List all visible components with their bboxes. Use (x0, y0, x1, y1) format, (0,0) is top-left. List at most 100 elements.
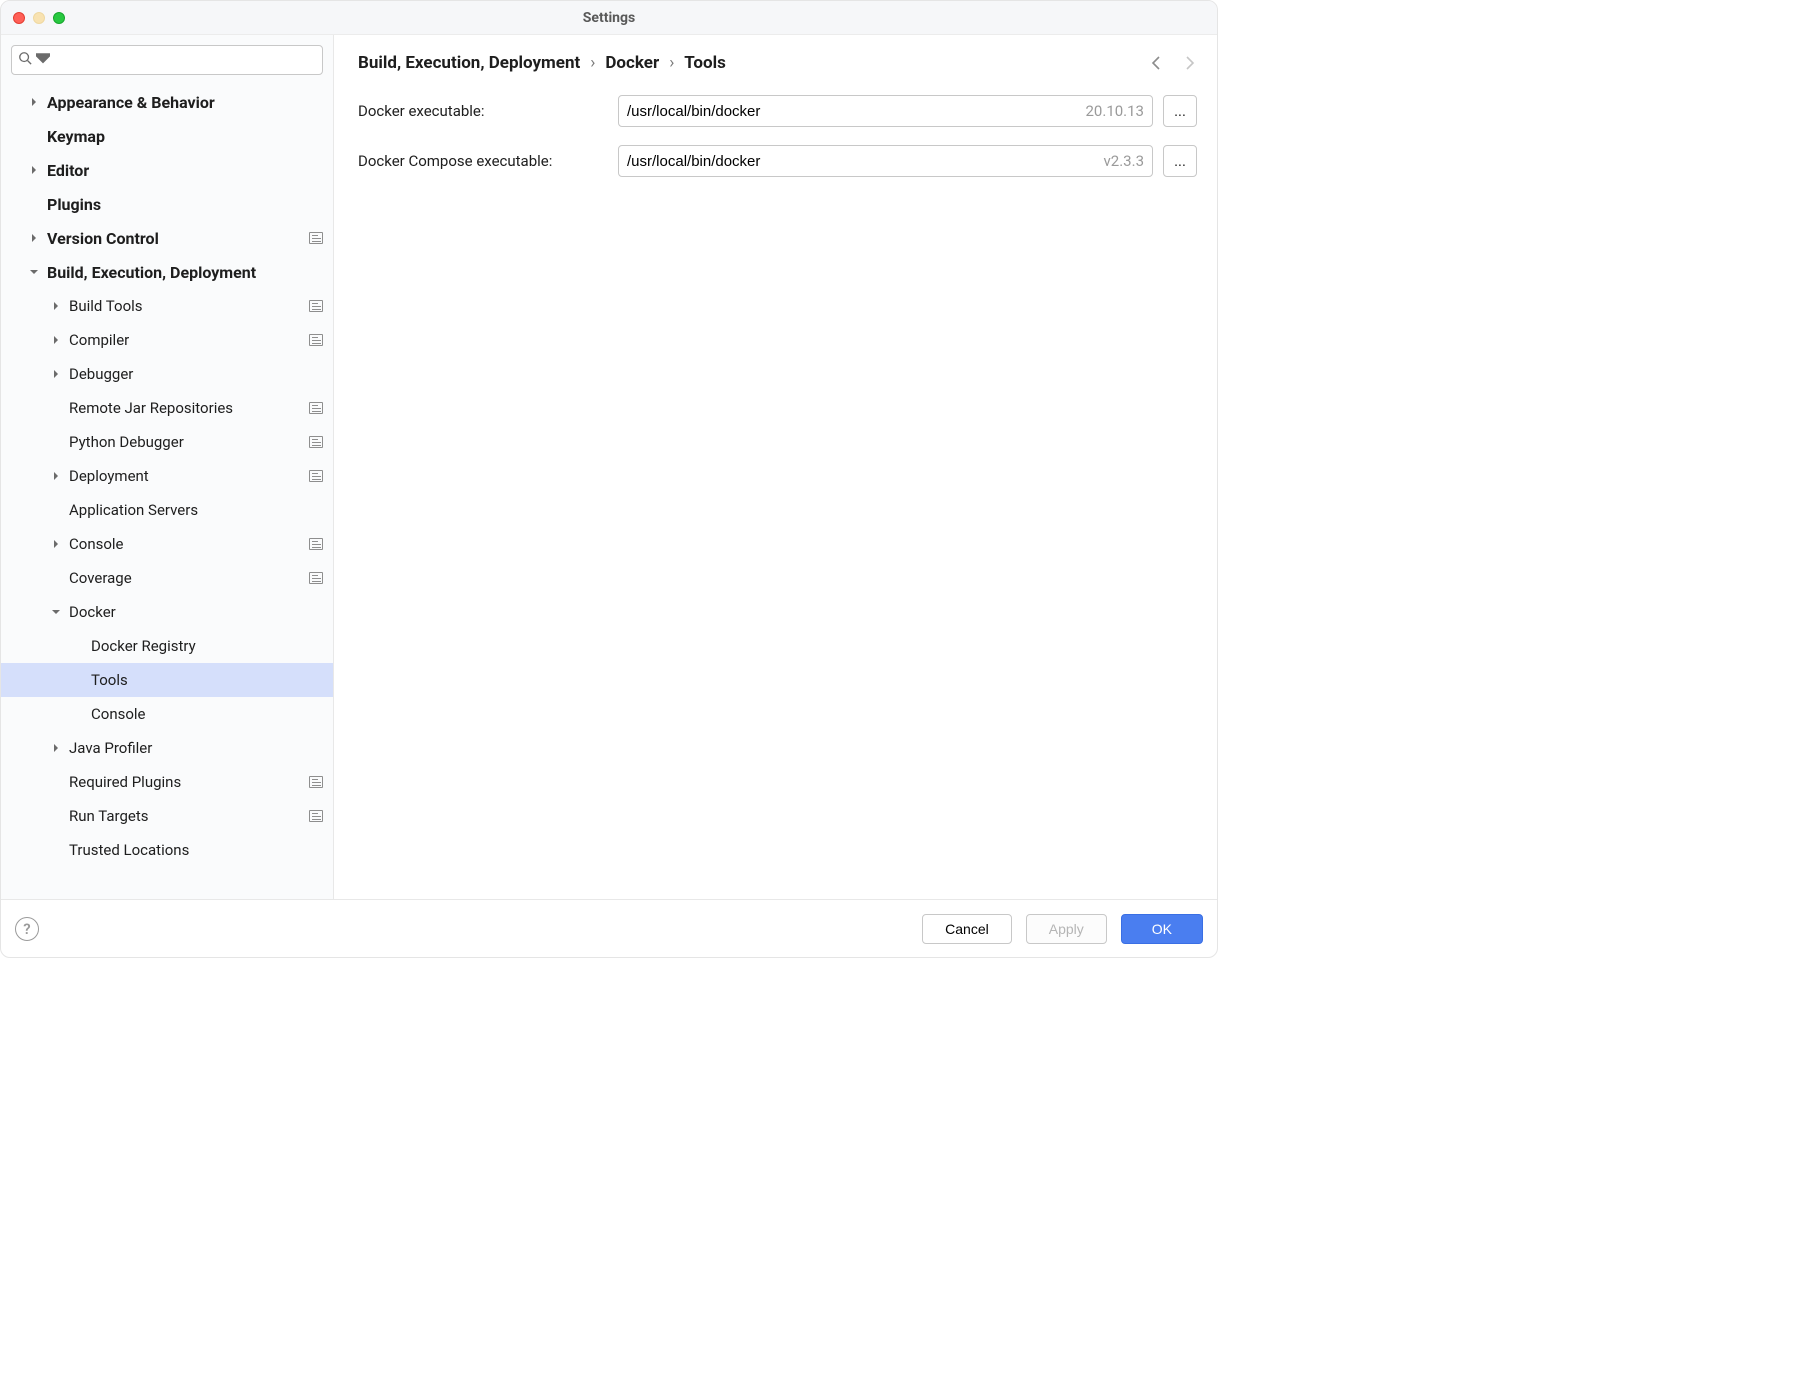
tree-item-label: Docker Registry (91, 637, 323, 655)
tree-item-docker-tools[interactable]: Tools (1, 663, 333, 697)
settings-main: Build, Execution, Deployment › Docker › … (334, 35, 1217, 899)
docker-executable-row: Docker executable: 20.10.13 ... (358, 95, 1197, 127)
tree-item-docker-console[interactable]: Console (1, 697, 333, 731)
project-scope-icon (309, 776, 323, 788)
tree-item-compiler[interactable]: Compiler (1, 323, 333, 357)
tree-item-appservers[interactable]: Application Servers (1, 493, 333, 527)
project-scope-icon (309, 572, 323, 584)
ellipsis-icon: ... (1174, 102, 1186, 120)
docker-executable-browse-button[interactable]: ... (1163, 95, 1197, 127)
chevron-right-icon[interactable] (49, 469, 63, 483)
chevron-right-icon[interactable] (27, 231, 41, 245)
tree-item-label: Trusted Locations (69, 841, 323, 859)
breadcrumb-item[interactable]: Build, Execution, Deployment (358, 53, 580, 73)
compose-executable-browse-button[interactable]: ... (1163, 145, 1197, 177)
tree-item-run-targets[interactable]: Run Targets (1, 799, 333, 833)
tree-item-label: Required Plugins (69, 773, 305, 791)
tree-item-label: Build, Execution, Deployment (47, 263, 323, 282)
settings-sidebar: Appearance & Behavior Keymap Editor Plugins… (1, 35, 334, 899)
chevron-right-icon[interactable] (49, 333, 63, 347)
tree-item-label: Java Profiler (69, 739, 323, 757)
tree-item-deployment[interactable]: Deployment (1, 459, 333, 493)
cancel-button[interactable]: Cancel (922, 914, 1012, 944)
tree-item-label: Keymap (47, 127, 323, 146)
tree-item-label: Debugger (69, 365, 323, 383)
tree-item-pydbg[interactable]: Python Debugger (1, 425, 333, 459)
tree-item-label: Compiler (69, 331, 305, 349)
compose-executable-version: v2.3.3 (1104, 152, 1144, 170)
tree-item-trusted-loc[interactable]: Trusted Locations (1, 833, 333, 867)
ellipsis-icon: ... (1174, 152, 1186, 170)
tree-item-console[interactable]: Console (1, 527, 333, 561)
tree-item-keymap[interactable]: Keymap (1, 119, 333, 153)
chevron-right-icon[interactable] (49, 741, 63, 755)
titlebar: Settings (1, 1, 1217, 35)
help-icon: ? (23, 920, 30, 938)
project-scope-icon (309, 538, 323, 550)
apply-button: Apply (1026, 914, 1107, 944)
docker-executable-version: 20.10.13 (1086, 102, 1145, 120)
tree-item-appearance[interactable]: Appearance & Behavior (1, 85, 333, 119)
chevron-down-icon[interactable] (27, 265, 41, 279)
tree-item-req-plugins[interactable]: Required Plugins (1, 765, 333, 799)
back-button[interactable] (1149, 55, 1165, 71)
tree-item-coverage[interactable]: Coverage (1, 561, 333, 595)
search-icon (18, 51, 32, 69)
settings-search[interactable] (11, 45, 323, 75)
dropdown-icon (36, 51, 50, 69)
breadcrumb: Build, Execution, Deployment › Docker › … (358, 53, 726, 73)
project-scope-icon (309, 232, 323, 244)
project-scope-icon (309, 436, 323, 448)
chevron-right-icon[interactable] (27, 95, 41, 109)
tree-item-label: Run Targets (69, 807, 305, 825)
breadcrumb-item[interactable]: Docker (605, 53, 659, 73)
chevron-right-icon[interactable] (49, 537, 63, 551)
compose-executable-row: Docker Compose executable: v2.3.3 ... (358, 145, 1197, 177)
tree-item-label: Version Control (47, 229, 305, 248)
tree-item-remote-jar[interactable]: Remote Jar Repositories (1, 391, 333, 425)
history-nav (1149, 55, 1197, 71)
project-scope-icon (309, 402, 323, 414)
chevron-down-icon[interactable] (49, 605, 63, 619)
tree-item-label: Remote Jar Repositories (69, 399, 305, 417)
settings-window: Settings Appearance & Behavior Keymap Edit… (0, 0, 1218, 958)
help-button[interactable]: ? (15, 917, 39, 941)
compose-executable-label: Docker Compose executable: (358, 152, 608, 170)
docker-executable-field[interactable]: 20.10.13 (618, 95, 1153, 127)
tree-item-build-tools[interactable]: Build Tools (1, 289, 333, 323)
tree-item-plugins[interactable]: Plugins (1, 187, 333, 221)
tree-item-label: Appearance & Behavior (47, 93, 323, 112)
breadcrumb-item: Tools (684, 53, 726, 73)
tree-item-debugger[interactable]: Debugger (1, 357, 333, 391)
project-scope-icon (309, 334, 323, 346)
tree-item-label: Tools (91, 671, 323, 689)
tree-item-docker-reg[interactable]: Docker Registry (1, 629, 333, 663)
tree-item-editor[interactable]: Editor (1, 153, 333, 187)
compose-executable-field[interactable]: v2.3.3 (618, 145, 1153, 177)
docker-executable-label: Docker executable: (358, 102, 608, 120)
tree-item-label: Console (69, 535, 305, 553)
project-scope-icon (309, 300, 323, 312)
project-scope-icon (309, 810, 323, 822)
dialog-footer: ? Cancel Apply OK (1, 899, 1217, 957)
docker-executable-input[interactable] (627, 103, 1078, 120)
chevron-right-icon[interactable] (49, 367, 63, 381)
tree-item-label: Application Servers (69, 501, 323, 519)
chevron-right-icon: › (669, 53, 674, 73)
tree-item-vcs[interactable]: Version Control (1, 221, 333, 255)
chevron-right-icon[interactable] (27, 163, 41, 177)
tree-item-label: Docker (69, 603, 323, 621)
window-title: Settings (1, 10, 1217, 26)
tree-item-label: Plugins (47, 195, 323, 214)
ok-button[interactable]: OK (1121, 914, 1203, 944)
compose-executable-input[interactable] (627, 153, 1096, 170)
tree-item-bed[interactable]: Build, Execution, Deployment (1, 255, 333, 289)
chevron-right-icon[interactable] (49, 299, 63, 313)
search-input[interactable] (54, 52, 316, 68)
settings-tree: Appearance & Behavior Keymap Editor Plugins… (1, 81, 333, 899)
tree-item-label: Deployment (69, 467, 305, 485)
chevron-right-icon: › (590, 53, 595, 73)
tree-item-jprofiler[interactable]: Java Profiler (1, 731, 333, 765)
tree-item-docker[interactable]: Docker (1, 595, 333, 629)
tree-item-label: Editor (47, 161, 323, 180)
